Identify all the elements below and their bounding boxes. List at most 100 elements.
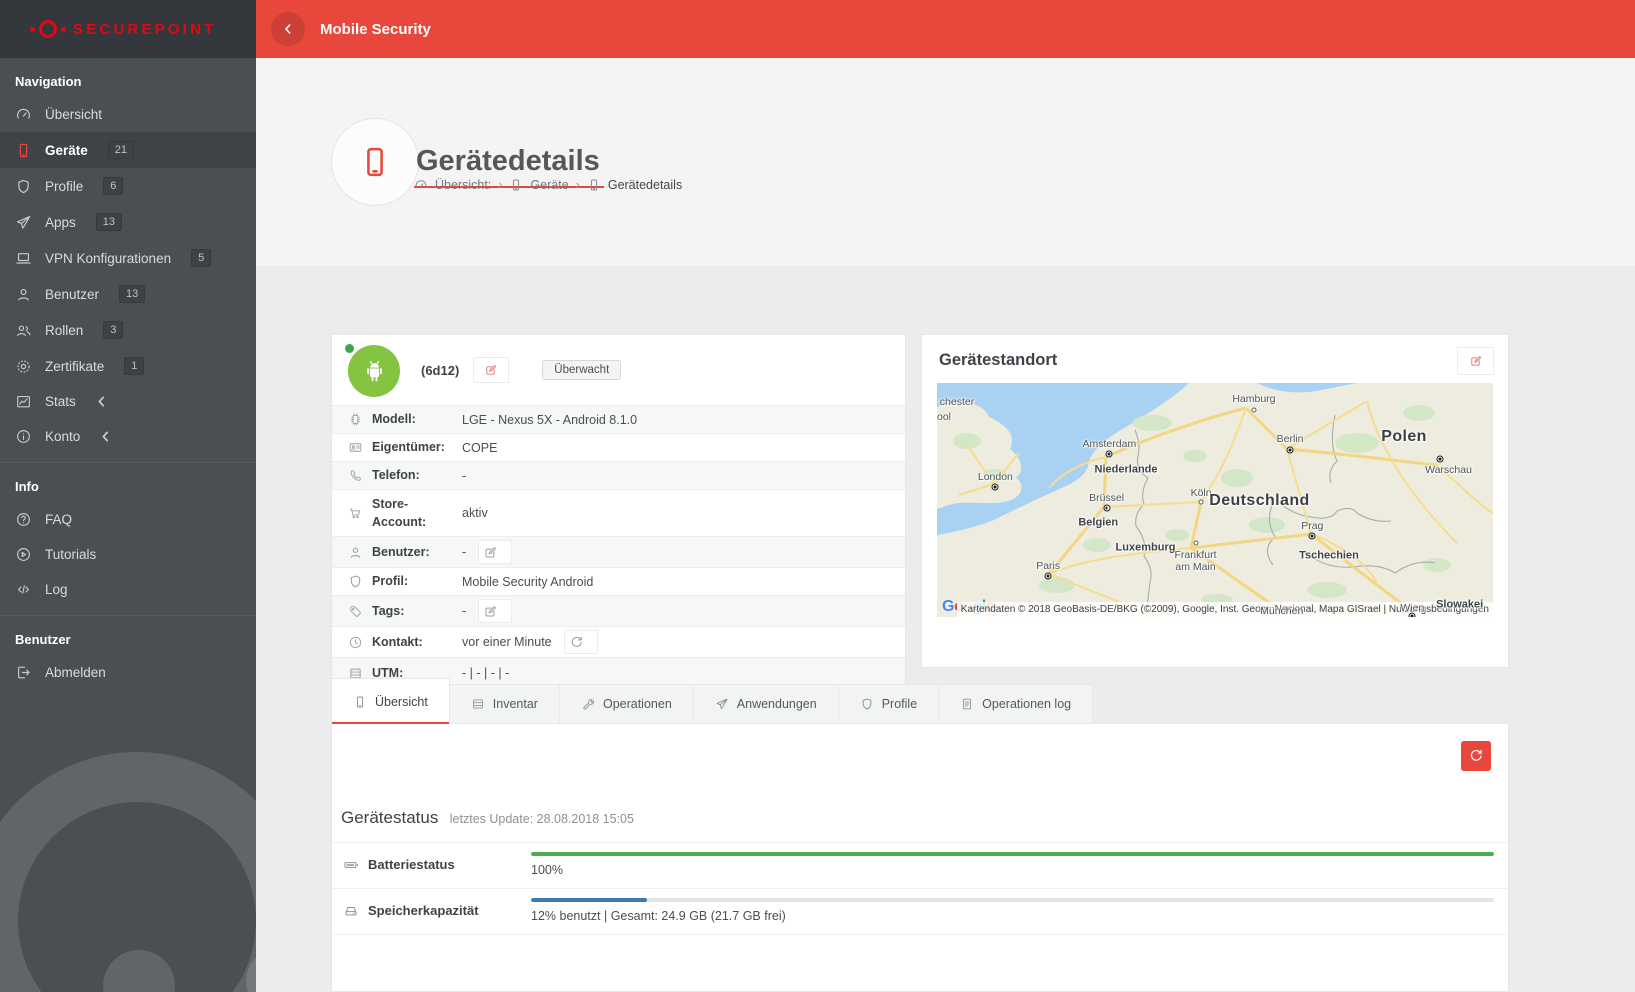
chevron-left-icon: [93, 393, 110, 410]
battery-icon: [343, 857, 359, 873]
edit-user-button[interactable]: [478, 540, 512, 564]
sidebar-item-abmelden[interactable]: Abmelden: [0, 655, 256, 690]
storage-bar: [531, 898, 1494, 902]
edit-location-button[interactable]: [1457, 347, 1494, 375]
shield-icon: [860, 697, 874, 711]
wrench-icon: [581, 697, 595, 711]
document-icon: [960, 697, 974, 711]
row-label: Store-Account:: [372, 495, 453, 531]
smartphone-icon: [587, 178, 601, 192]
device-row-benutzer: Benutzer: -: [332, 536, 905, 567]
battery-bar-fill: [531, 852, 1494, 856]
breadcrumb-geraete[interactable]: Geräte: [530, 178, 568, 192]
device-status-header: Gerätestatus letztes Update: 28.08.2018 …: [341, 808, 1492, 828]
tab-operationen[interactable]: Operationen: [560, 684, 694, 724]
main-content: (6d12) Überwacht Modell: LGE - Nexus 5X …: [256, 266, 1635, 992]
tab-anwendungen[interactable]: Anwendungen: [694, 684, 839, 724]
row-label: Telefon:: [372, 466, 453, 484]
storage-status-row: Speicherkapazität 12% benutzt | Gesamt: …: [332, 888, 1508, 934]
map-canvas[interactable]: Google Kartendaten © 2018 GeoBasis-DE/BK…: [937, 383, 1493, 617]
status-row-label: Batteriestatus: [368, 857, 455, 872]
sidebar-item-label: Rollen: [45, 323, 83, 338]
topbar-title: Mobile Security: [320, 21, 431, 38]
pencil-icon: [483, 604, 498, 619]
securepoint-logo-icon: [30, 20, 66, 38]
row-value: -: [462, 545, 466, 559]
refresh-icon: [1468, 748, 1484, 764]
sidebar-item-konto[interactable]: Konto: [0, 419, 256, 454]
battery-status-row: Batteriestatus 100%: [332, 842, 1508, 888]
battery-bar-text: 100%: [531, 863, 1494, 877]
row-label: Tags:: [372, 602, 453, 620]
device-row-modell: Modell: LGE - Nexus 5X - Android 8.1.0: [332, 405, 905, 433]
sidebar-item-rollen[interactable]: Rollen 3: [0, 312, 256, 348]
map-terrain: [937, 383, 1493, 617]
sidebar-item-zertifikate[interactable]: Zertifikate 1: [0, 348, 256, 384]
count-badge: 5: [191, 249, 211, 267]
nav-section-title: Benutzer: [0, 616, 256, 655]
tab-label: Inventar: [493, 697, 538, 711]
nav-section-title: Info: [0, 463, 256, 502]
list-icon: [471, 697, 485, 711]
paper-plane-icon: [715, 697, 729, 711]
sidebar-item-geraete[interactable]: Geräte 21: [0, 132, 256, 168]
question-icon: [15, 511, 32, 528]
refresh-status-button[interactable]: [1461, 741, 1491, 771]
row-value: LGE - Nexus 5X - Android 8.1.0: [462, 413, 637, 427]
storage-bar-fill: [531, 898, 647, 902]
map-marker: [1409, 612, 1416, 617]
count-badge: 3: [103, 321, 123, 339]
pencil-icon: [1469, 354, 1483, 368]
sidebar-item-apps[interactable]: Apps 13: [0, 204, 256, 240]
breadcrumb-uebersicht[interactable]: Übersicht:: [435, 178, 491, 192]
count-badge: 6: [103, 177, 123, 195]
sidebar-item-benutzer[interactable]: Benutzer 13: [0, 276, 256, 312]
edit-device-name-button[interactable]: [473, 357, 509, 383]
sidebar-item-vpn-konfigurationen[interactable]: VPN Konfigurationen 5: [0, 240, 256, 276]
device-row-eigentuemer: Eigentümer: COPE: [332, 433, 905, 461]
online-status-dot: [345, 344, 354, 353]
sidebar-item-profile[interactable]: Profile 6: [0, 168, 256, 204]
sidebar-item-label: Zertifikate: [45, 359, 104, 374]
smartphone-icon: [15, 142, 32, 159]
back-button[interactable]: [271, 12, 305, 46]
topbar: Mobile Security: [256, 0, 1635, 58]
sidebar-item-log[interactable]: Log: [0, 572, 256, 607]
monitored-badge[interactable]: Überwacht: [542, 360, 621, 380]
sidebar-item-faq[interactable]: FAQ: [0, 502, 256, 537]
sidebar-item-tutorials[interactable]: Tutorials: [0, 537, 256, 572]
tab-profile[interactable]: Profile: [839, 684, 939, 724]
brand-logo[interactable]: SECUREPOINT: [0, 0, 256, 58]
tab-inventar[interactable]: Inventar: [450, 684, 560, 724]
sidebar-item-label: Übersicht: [45, 107, 102, 122]
count-badge: 21: [108, 141, 134, 159]
cart-icon: [348, 506, 363, 521]
sidebar-item-uebersicht[interactable]: Übersicht: [0, 97, 256, 132]
pencil-icon: [483, 545, 498, 560]
sidebar-item-label: Abmelden: [45, 665, 106, 680]
tab-uebersicht[interactable]: Übersicht: [331, 678, 450, 724]
count-badge: 13: [96, 213, 122, 231]
breadcrumb-current: Gerätedetails: [608, 178, 682, 192]
device-row-store-account: Store-Account: aktiv: [332, 489, 905, 536]
map-terms-link[interactable]: Nutzungsbedingungen: [1389, 604, 1489, 615]
map-marker: [1103, 505, 1110, 512]
page-hero: Gerätedetails Übersicht: › Geräte › Gerä…: [256, 58, 1635, 267]
users-icon: [15, 322, 32, 339]
sidebar-item-label: Konto: [45, 429, 80, 444]
page-avatar: [331, 118, 419, 206]
paper-plane-icon: [15, 214, 32, 231]
sidebar-item-label: FAQ: [45, 512, 72, 527]
row-value: -: [462, 469, 466, 483]
tab-label: Anwendungen: [737, 697, 817, 711]
sidebar-item-stats[interactable]: Stats: [0, 384, 256, 419]
info-icon: [15, 428, 32, 445]
device-row-profil: Profil: Mobile Security Android: [332, 567, 905, 595]
chevron-left-icon: [97, 428, 114, 445]
refresh-contact-button[interactable]: [564, 630, 598, 654]
map-marker: [1309, 533, 1316, 540]
edit-tags-button[interactable]: [478, 599, 512, 623]
sidebar-item-label: Stats: [45, 394, 76, 409]
tab-operationen-log[interactable]: Operationen log: [939, 684, 1093, 724]
row-label: Modell:: [372, 410, 453, 428]
